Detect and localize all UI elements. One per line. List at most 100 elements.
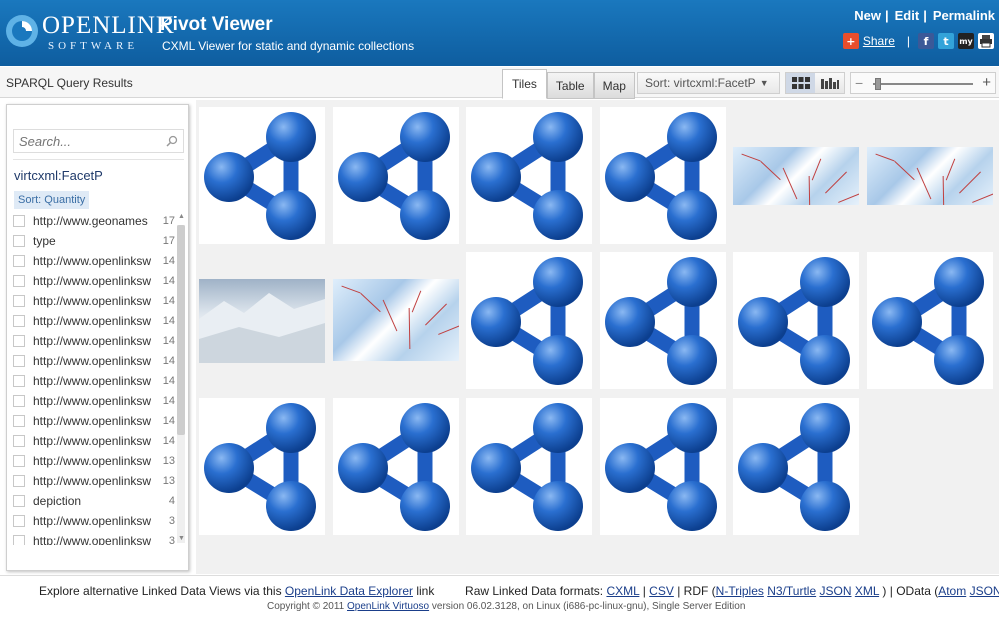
collection-tile[interactable]: [199, 398, 325, 535]
facet-row[interactable]: http://www.openlinksw 14: [11, 291, 175, 311]
tab-tiles[interactable]: Tiles: [502, 69, 547, 99]
facet-checkbox[interactable]: [13, 415, 25, 427]
atom-link[interactable]: Atom: [938, 584, 966, 598]
collection-tile[interactable]: [600, 107, 726, 244]
collection-tile[interactable]: [867, 252, 993, 389]
facet-row[interactable]: http://www.openlinksw 14: [11, 371, 175, 391]
facet-sort-toggle[interactable]: Sort: Quantity: [14, 191, 90, 209]
facet-row[interactable]: http://www.openlinksw 14: [11, 351, 175, 371]
facet-row[interactable]: http://www.openlinksw 13: [11, 451, 175, 471]
histogram-view-button[interactable]: [815, 73, 844, 93]
collection-tile[interactable]: [333, 398, 459, 535]
facet-label: http://www.openlinksw: [33, 354, 151, 368]
facet-row[interactable]: http://www.openlinksw 13: [11, 471, 175, 491]
facet-checkbox[interactable]: [13, 355, 25, 367]
permalink-link[interactable]: Permalink: [933, 8, 995, 23]
zoom-out-button[interactable]: −: [855, 75, 863, 91]
facet-row[interactable]: http://www.openlinksw 14: [11, 391, 175, 411]
facet-sidebar: virtcxml:FacetP Sort: Quantity http://ww…: [6, 104, 189, 571]
search-icon[interactable]: [166, 135, 178, 147]
data-explorer-link[interactable]: OpenLink Data Explorer: [285, 584, 413, 598]
collection-tile[interactable]: [333, 107, 459, 244]
collection-tile[interactable]: [466, 107, 592, 244]
tab-table[interactable]: Table: [546, 72, 594, 99]
facet-checkbox[interactable]: [13, 275, 25, 287]
facet-row[interactable]: http://www.openlinksw 14: [11, 311, 175, 331]
facet-checkbox[interactable]: [13, 215, 25, 227]
facet-checkbox[interactable]: [13, 235, 25, 247]
facet-row[interactable]: http://www.openlinksw 14: [11, 411, 175, 431]
print-icon[interactable]: [978, 33, 994, 49]
collection-tile-photo[interactable]: [199, 252, 325, 389]
facet-checkbox[interactable]: [13, 515, 25, 527]
facet-row[interactable]: depiction 4: [11, 491, 175, 511]
xml-link[interactable]: XML: [855, 584, 879, 598]
collection-tile[interactable]: [733, 252, 859, 389]
csv-link[interactable]: CSV: [649, 584, 674, 598]
ski-map-image: [333, 279, 459, 361]
collection-tile[interactable]: [600, 398, 726, 535]
share-plus-icon[interactable]: +: [842, 33, 859, 49]
collection-tile-photo[interactable]: [333, 252, 459, 389]
scroll-up-icon[interactable]: ▲: [178, 213, 185, 220]
facet-checkbox[interactable]: [13, 455, 25, 467]
collection-tile[interactable]: [600, 252, 726, 389]
facet-row[interactable]: http://www.openlinksw 14: [11, 271, 175, 291]
rdf-json-link[interactable]: JSON: [819, 584, 851, 598]
cxml-link[interactable]: CXML: [606, 584, 639, 598]
virtuoso-link[interactable]: OpenLink Virtuoso: [347, 601, 429, 612]
facet-checkbox[interactable]: [13, 315, 25, 327]
new-link[interactable]: New: [854, 8, 881, 23]
facet-checkbox[interactable]: [13, 395, 25, 407]
facet-row[interactable]: http://www.openlinksw 14: [11, 431, 175, 451]
share-link[interactable]: Share: [863, 34, 895, 48]
ntriples-link[interactable]: N-Triples: [716, 584, 764, 598]
facebook-icon[interactable]: f: [918, 33, 934, 49]
view-mode-buttons: [785, 72, 845, 94]
explore-text: Explore alternative Linked Data Views vi…: [39, 584, 282, 598]
collection-tile[interactable]: [466, 398, 592, 535]
facet-row[interactable]: http://www.geonames 17: [11, 211, 175, 231]
facet-checkbox[interactable]: [13, 535, 25, 545]
viewer-toolbar: SPARQL Query Results Tiles Table Map Sor…: [0, 66, 999, 99]
scrollbar-thumb[interactable]: [177, 225, 185, 435]
facet-label: http://www.openlinksw: [33, 414, 151, 428]
collection-tile-photo[interactable]: [867, 107, 993, 244]
facet-category-title[interactable]: virtcxml:FacetP: [14, 168, 103, 183]
facet-row[interactable]: http://www.openlinksw 3: [11, 511, 175, 531]
collection-tile[interactable]: [466, 252, 592, 389]
grid-view-button[interactable]: [786, 73, 815, 93]
n3-turtle-link[interactable]: N3/Turtle: [767, 584, 816, 598]
facet-checkbox[interactable]: [13, 495, 25, 507]
facet-count: 14: [162, 255, 175, 267]
facet-checkbox[interactable]: [13, 435, 25, 447]
grid-icon: [791, 77, 810, 89]
collection-tile[interactable]: [733, 398, 859, 535]
facet-checkbox[interactable]: [13, 375, 25, 387]
facet-row[interactable]: http://www.openlinksw 3: [11, 531, 175, 545]
facet-checkbox[interactable]: [13, 255, 25, 267]
openlink-logo[interactable]: OPENLINK SOFTWARE: [4, 8, 174, 56]
zoom-in-button[interactable]: +: [982, 74, 991, 91]
scroll-down-icon[interactable]: ▼: [178, 535, 185, 542]
tab-map[interactable]: Map: [593, 72, 635, 99]
sort-select-value: Sort: virtcxml:FacetP: [645, 76, 756, 90]
collection-tile-photo[interactable]: [733, 107, 859, 244]
openlink-molecule-icon: [338, 403, 450, 531]
myspace-icon[interactable]: my: [958, 33, 974, 49]
edit-link[interactable]: Edit: [895, 8, 920, 23]
zoom-track[interactable]: [873, 83, 973, 85]
twitter-icon[interactable]: t: [938, 33, 954, 49]
facet-row[interactable]: http://www.openlinksw 14: [11, 331, 175, 351]
facet-checkbox[interactable]: [13, 335, 25, 347]
facet-checkbox[interactable]: [13, 295, 25, 307]
facet-checkbox[interactable]: [13, 475, 25, 487]
collection-tile[interactable]: [199, 107, 325, 244]
odata-json-link[interactable]: JSON: [970, 584, 999, 598]
facet-row[interactable]: type 17: [11, 231, 175, 251]
sort-select[interactable]: Sort: virtcxml:FacetP ▼: [637, 72, 780, 94]
search-input[interactable]: [14, 130, 154, 152]
facet-row[interactable]: http://www.openlinksw 14: [11, 251, 175, 271]
zoom-handle[interactable]: [875, 78, 881, 90]
openlink-molecule-icon: [338, 112, 450, 240]
